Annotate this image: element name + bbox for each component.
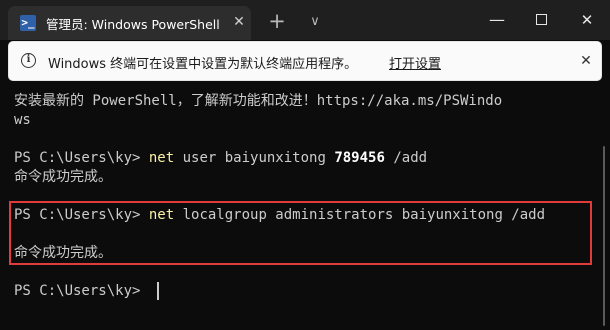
minimize-button[interactable]: —: [474, 0, 520, 40]
close-tab-icon[interactable]: ✕: [230, 13, 248, 31]
tab-powershell[interactable]: >_ 管理员: Windows PowerShell ✕: [8, 6, 251, 40]
info-bar: i Windows 终端可在设置中设置为默认终端应用程序。 打开设置 ✕: [8, 41, 602, 81]
new-tab-button[interactable]: +: [266, 11, 288, 33]
terminal-output[interactable]: 安装最新的 PowerShell，了解新功能和改进！https://aka.ms…: [0, 82, 610, 330]
terminal-window: >_ 管理员: Windows PowerShell ✕ + ∨ — ✕ i W…: [0, 0, 610, 330]
powershell-icon: >_: [20, 15, 36, 31]
tab-dropdown-button[interactable]: ∨: [306, 11, 324, 33]
scrollbar[interactable]: [603, 146, 605, 326]
terminal-line: 安装最新的 PowerShell，了解新功能和改进！https://aka.ms…: [14, 93, 503, 109]
title-bar[interactable]: >_ 管理员: Windows PowerShell ✕ + ∨ — ✕: [0, 0, 610, 40]
dismiss-info-bar-icon[interactable]: ✕: [577, 51, 595, 71]
command-user: baiyunxitong: [224, 150, 326, 166]
command-name: net: [148, 150, 175, 166]
tab-title: 管理员: Windows PowerShell: [46, 17, 220, 32]
open-settings-link[interactable]: 打开设置: [389, 53, 441, 72]
info-icon: i: [21, 53, 36, 68]
prompt: PS C:\Users\ky>: [14, 150, 149, 166]
command-password: 789456: [334, 150, 385, 166]
info-bar-message: Windows 终端可在设置中设置为默认终端应用程序。: [48, 57, 358, 72]
terminal-line: 命令成功完成。: [14, 169, 112, 185]
terminal-prompt-line: PS C:\Users\ky>: [14, 283, 149, 299]
command-args: /add: [384, 150, 428, 166]
maximize-icon: [536, 14, 547, 25]
maximize-button[interactable]: [518, 0, 564, 40]
close-window-button[interactable]: ✕: [564, 0, 610, 40]
command-args: user: [174, 150, 225, 166]
highlight-annotation: [9, 201, 592, 265]
text-cursor: [157, 282, 159, 300]
terminal-command-line: PS C:\Users\ky> net user baiyunxitong 78…: [14, 149, 427, 167]
terminal-line: ws: [14, 112, 31, 128]
